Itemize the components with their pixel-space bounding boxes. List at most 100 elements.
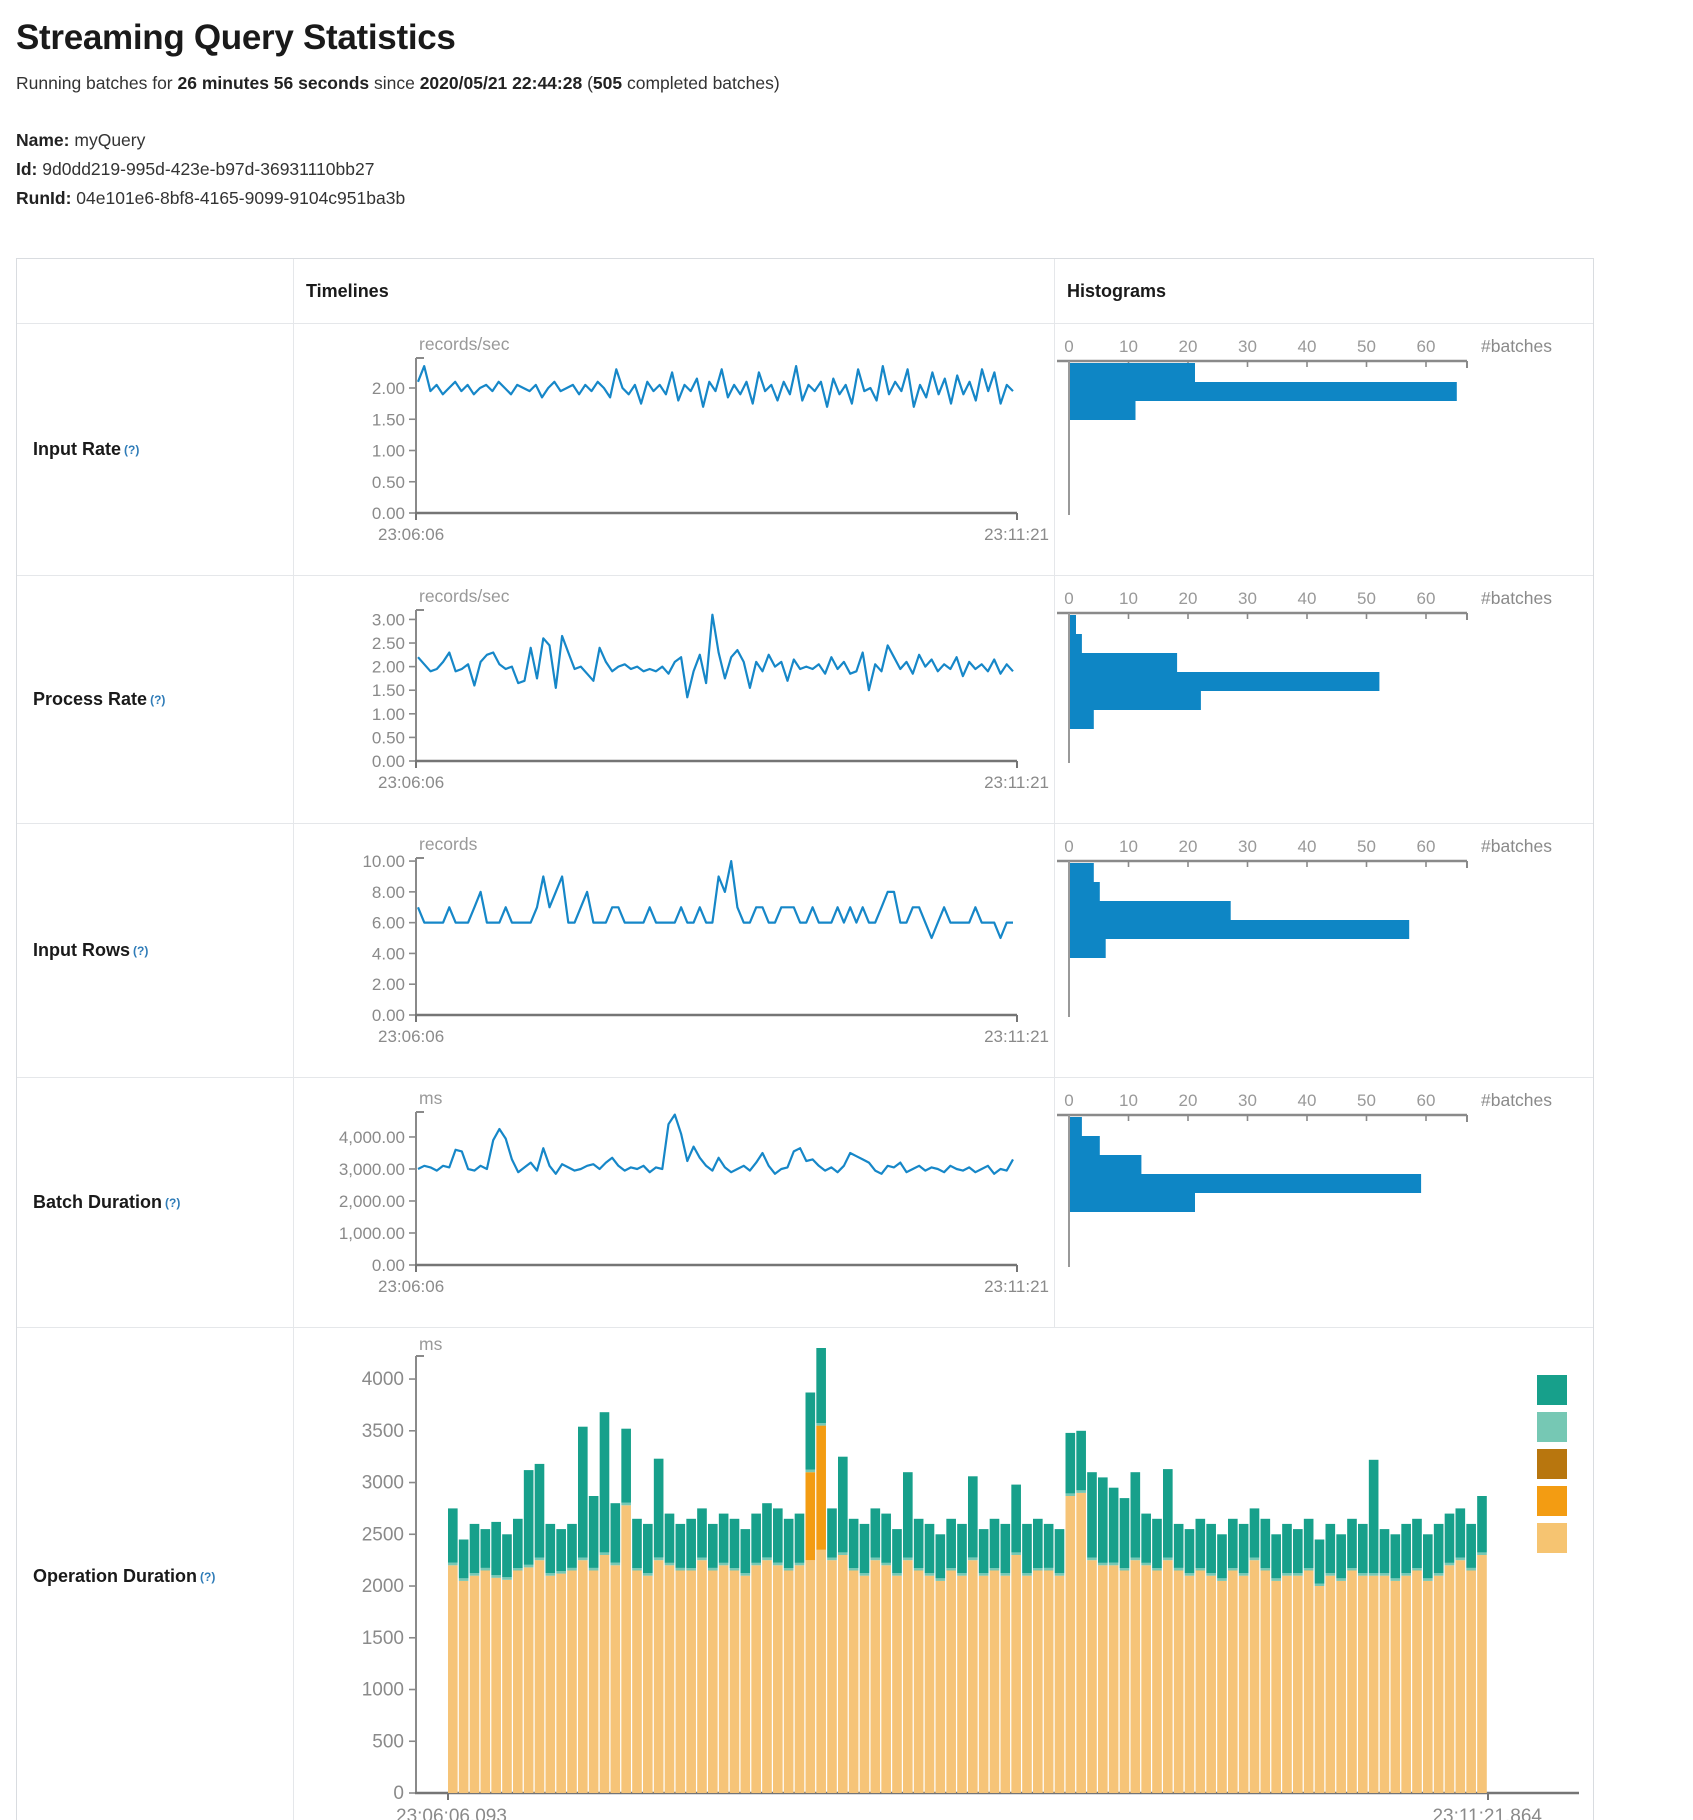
svg-text:40: 40 [1298, 837, 1317, 856]
input-rate-help-icon[interactable]: (?) [124, 443, 139, 457]
svg-text:0.00: 0.00 [372, 1006, 405, 1025]
svg-text:ms: ms [419, 1334, 443, 1354]
svg-text:10: 10 [1119, 1091, 1138, 1110]
svg-text:3.00: 3.00 [372, 610, 405, 629]
batch-duration-timeline-chart: ms 4,000.00 3,000.00 2,000.00 1,000.00 0.00 23… [294, 1078, 1053, 1325]
svg-text:records/sec: records/sec [419, 586, 510, 606]
svg-text:0.00: 0.00 [372, 1256, 405, 1275]
svg-text:0: 0 [1064, 589, 1073, 608]
svg-text:23:11:21: 23:11:21 [984, 1027, 1049, 1046]
svg-text:40: 40 [1298, 337, 1317, 356]
row-label-process-rate: Process Rate [33, 689, 147, 710]
svg-text:#batches: #batches [1481, 336, 1552, 356]
svg-text:30: 30 [1238, 837, 1257, 856]
svg-text:30: 30 [1238, 337, 1257, 356]
query-id: 9d0dd219-995d-423e-b97d-36931110bb27 [42, 159, 374, 179]
legend-swatch-0 [1537, 1375, 1567, 1405]
svg-text:2.00: 2.00 [372, 379, 405, 398]
svg-text:23:11:21: 23:11:21 [984, 1277, 1049, 1296]
svg-text:6.00: 6.00 [372, 914, 405, 933]
process-rate-help-icon[interactable]: (?) [150, 693, 165, 707]
svg-text:23:11:21: 23:11:21 [984, 773, 1049, 792]
svg-text:40: 40 [1298, 1091, 1317, 1110]
process-rate-timeline-chart: records/sec3.002.502.001.501.000.500.002… [294, 576, 1053, 821]
row-label-input-rows: Input Rows [33, 940, 130, 961]
svg-text:23:06:06: 23:06:06 [378, 1277, 444, 1296]
svg-text:50: 50 [1357, 589, 1376, 608]
svg-text:2500: 2500 [362, 1524, 404, 1545]
svg-text:1.00: 1.00 [372, 705, 405, 724]
running-summary: Running batches for 26 minutes 56 second… [16, 73, 1693, 94]
batch-duration-histogram-chart: 0102030405060#batches [1055, 1078, 1592, 1325]
batch-duration-help-icon[interactable]: (?) [165, 1196, 180, 1210]
svg-text:60: 60 [1417, 589, 1436, 608]
query-runid: 04e101e6-8bf8-4165-9099-9104c951ba3b [76, 188, 405, 208]
table-row-process-rate: Process Rate(?) records/sec3.002.502.001… [17, 575, 1593, 823]
svg-text:0: 0 [1064, 837, 1073, 856]
query-meta: Name: myQuery Id: 9d0dd219-995d-423e-b97… [16, 126, 1693, 213]
svg-text:0.50: 0.50 [372, 473, 405, 492]
svg-text:10: 10 [1119, 837, 1138, 856]
operation-duration-help-icon[interactable]: (?) [200, 1570, 215, 1584]
query-name: myQuery [74, 130, 145, 150]
svg-text:1,000.00: 1,000.00 [339, 1224, 405, 1243]
svg-text:4.00: 4.00 [372, 944, 405, 963]
svg-text:40: 40 [1298, 589, 1317, 608]
svg-text:1.50: 1.50 [372, 681, 405, 700]
svg-text:50: 50 [1357, 1091, 1376, 1110]
svg-text:10.00: 10.00 [362, 852, 405, 871]
legend-swatch-4 [1537, 1523, 1567, 1553]
start-time: 2020/05/21 22:44:28 [420, 73, 583, 93]
process-rate-histogram-chart: 0102030405060#batches [1055, 576, 1592, 821]
svg-text:23:11:21: 23:11:21 [984, 525, 1049, 544]
svg-text:3500: 3500 [362, 1421, 404, 1442]
svg-text:500: 500 [372, 1731, 404, 1752]
completed-batches-count: 505 [593, 73, 622, 93]
input-rate-timeline-chart: records/sec 2.00 1.50 1.00 0.50 0.00 23:06:06 2… [294, 324, 1053, 573]
table-header-row: Timelines Histograms [17, 259, 1593, 323]
streaming-query-statistics-page: Streaming Query Statistics Running batch… [0, 0, 1693, 1820]
svg-text:1000: 1000 [362, 1680, 404, 1701]
svg-text:20: 20 [1179, 1091, 1198, 1110]
svg-text:23:11:21.864: 23:11:21.864 [1432, 1806, 1542, 1820]
svg-text:records/sec: records/sec [419, 334, 510, 354]
svg-text:2.50: 2.50 [372, 634, 405, 653]
svg-text:60: 60 [1417, 337, 1436, 356]
svg-text:4000: 4000 [362, 1369, 404, 1390]
header-empty-cell [17, 259, 294, 323]
legend-swatch-3 [1537, 1486, 1567, 1516]
svg-text:20: 20 [1179, 589, 1198, 608]
legend-swatch-1 [1537, 1412, 1567, 1442]
svg-text:#batches: #batches [1481, 836, 1552, 856]
svg-text:ms: ms [419, 1088, 443, 1108]
svg-text:10: 10 [1119, 337, 1138, 356]
svg-text:0: 0 [1064, 1091, 1073, 1110]
svg-text:10: 10 [1119, 589, 1138, 608]
svg-text:0: 0 [393, 1783, 404, 1804]
svg-text:30: 30 [1238, 1091, 1257, 1110]
svg-text:0.00: 0.00 [372, 504, 405, 523]
svg-text:3,000.00: 3,000.00 [339, 1160, 405, 1179]
svg-text:23:06:06: 23:06:06 [378, 525, 444, 544]
svg-text:50: 50 [1357, 337, 1376, 356]
svg-text:1.50: 1.50 [372, 410, 405, 429]
operation-duration-stacked-chart: ms4000350030002500200015001000500023:06:… [294, 1328, 1591, 1820]
svg-text:60: 60 [1417, 837, 1436, 856]
table-row-input-rate: Input Rate(?) records/sec2.001.501.000.5… [17, 323, 1593, 575]
input-rows-timeline-chart: records10.008.006.004.002.000.0023:06:06… [294, 824, 1053, 1075]
svg-text:2.00: 2.00 [372, 975, 405, 994]
svg-text:#batches: #batches [1481, 588, 1552, 608]
input-rows-help-icon[interactable]: (?) [133, 944, 148, 958]
statistics-table: Timelines Histograms Input Rate(?) recor… [16, 258, 1594, 1820]
query-runid-line: RunId: 04e101e6-8bf8-4165-9099-9104c951b… [16, 184, 1693, 213]
svg-text:2,000.00: 2,000.00 [339, 1192, 405, 1211]
svg-text:4,000.00: 4,000.00 [339, 1128, 405, 1147]
table-row-operation-duration: Operation Duration(?) ms4000350030002500… [17, 1327, 1593, 1820]
input-rows-histogram-chart: 0102030405060#batches [1055, 824, 1592, 1075]
column-header-histograms: Histograms [1055, 259, 1593, 323]
svg-text:23:06:06: 23:06:06 [378, 773, 444, 792]
svg-text:50: 50 [1357, 837, 1376, 856]
legend-swatch-2 [1537, 1449, 1567, 1479]
svg-text:#batches: #batches [1481, 1090, 1552, 1110]
svg-text:1.00: 1.00 [372, 442, 405, 461]
